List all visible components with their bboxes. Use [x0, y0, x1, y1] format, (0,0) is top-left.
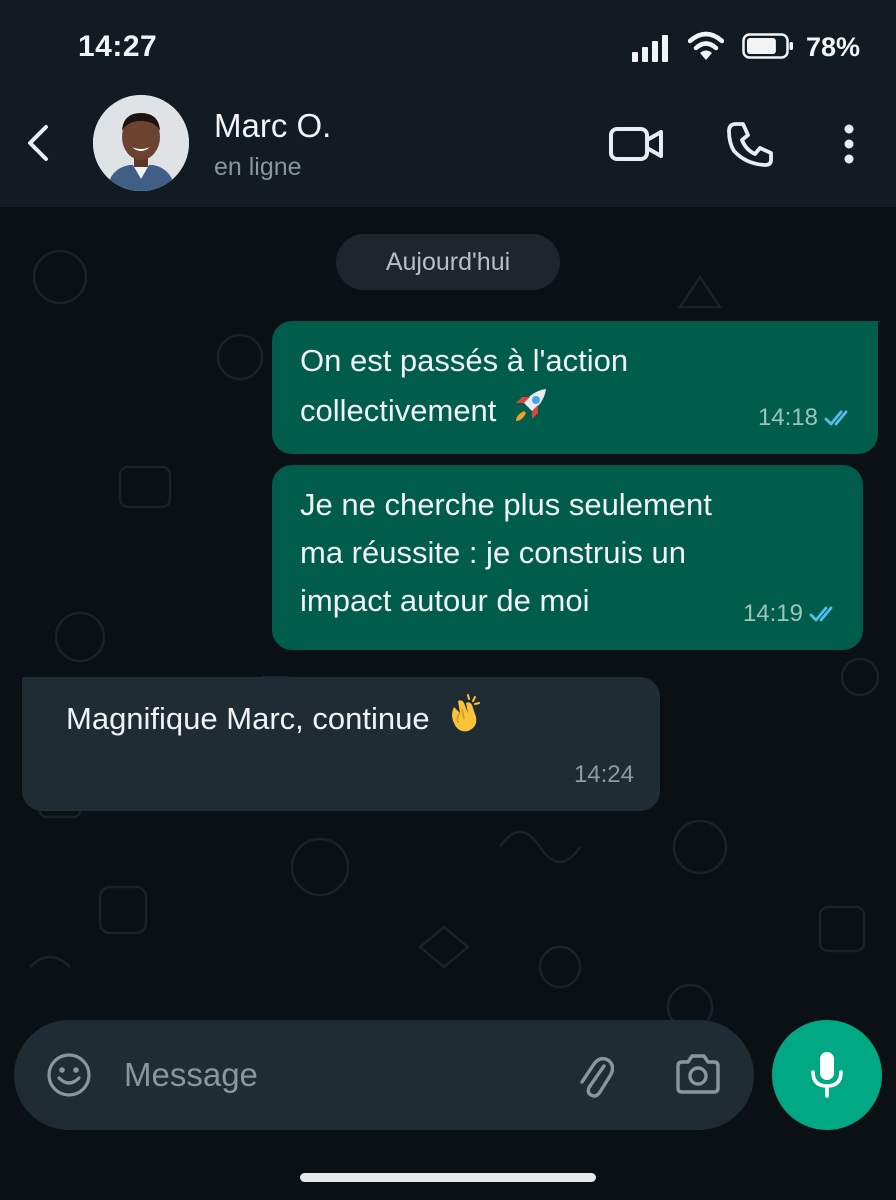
- wifi-icon: [688, 31, 724, 60]
- chat-header: Marc O. en ligne: [0, 95, 896, 207]
- contact-avatar[interactable]: [93, 95, 189, 191]
- microphone-icon: [811, 1052, 843, 1098]
- message-time: 14:19: [742, 600, 803, 627]
- video-call-icon[interactable]: [606, 121, 666, 167]
- rocket-icon: [516, 389, 547, 421]
- message-meta: 14:18: [758, 394, 856, 442]
- microphone-button[interactable]: [772, 1020, 882, 1130]
- contact-status: en ligne: [214, 153, 302, 181]
- message-text: Magnifique Marc, continue: [66, 701, 430, 736]
- read-receipt-icon: [809, 606, 833, 622]
- cellular-signal-icon: [632, 34, 672, 62]
- outgoing-message[interactable]: On est passés à l'action collectivement …: [272, 321, 878, 454]
- message-time: 14:18: [757, 404, 818, 431]
- status-bar: 14:27 78%: [0, 0, 896, 95]
- phone-call-icon[interactable]: [724, 119, 776, 169]
- incoming-message[interactable]: Magnifique Marc, continue 14:24: [22, 677, 660, 811]
- more-options-icon[interactable]: [836, 121, 862, 167]
- read-receipt-icon: [824, 410, 848, 426]
- message-input[interactable]: [124, 1047, 544, 1103]
- camera-icon[interactable]: [674, 1052, 722, 1096]
- attachment-icon[interactable]: [574, 1048, 614, 1102]
- message-composer: [14, 1020, 754, 1130]
- outgoing-message[interactable]: Je ne cherche plus seulement ma réussite…: [272, 465, 863, 650]
- battery-icon: [742, 33, 793, 59]
- avatar-portrait: [93, 95, 189, 191]
- chat-area[interactable]: Aujourd'hui On est passés à l'action col…: [0, 207, 896, 1200]
- emoji-icon[interactable]: [44, 1050, 94, 1100]
- message-text: On est passés à l'action collectivement: [300, 343, 629, 428]
- contact-name[interactable]: Marc O.: [214, 107, 331, 145]
- home-indicator[interactable]: [300, 1173, 596, 1182]
- message-meta: 14:19: [743, 590, 841, 638]
- battery-percentage: 78%: [806, 32, 861, 62]
- message-time: 14:24: [573, 761, 634, 788]
- back-arrow-icon[interactable]: [20, 119, 56, 167]
- date-separator: Aujourd'hui: [336, 234, 560, 290]
- clapping-hands-icon: [451, 694, 480, 732]
- message-text: Je ne cherche plus seulement ma réussite…: [300, 487, 712, 618]
- message-meta: 14:24: [574, 751, 634, 799]
- status-time: 14:27: [78, 30, 158, 63]
